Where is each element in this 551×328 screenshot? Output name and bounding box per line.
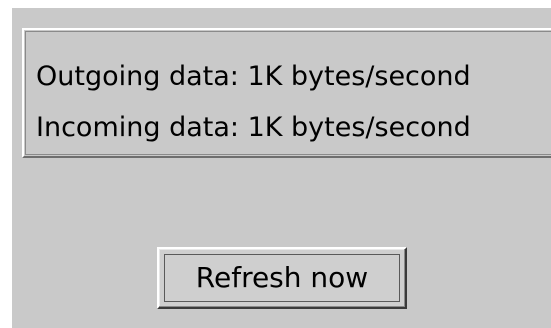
incoming-data-label: Incoming data: 1K bytes/second — [36, 112, 471, 143]
network-stats-window: Outgoing data: 1K bytes/second Incoming … — [12, 8, 551, 328]
refresh-now-button[interactable]: Refresh now — [157, 247, 407, 309]
outgoing-data-label: Outgoing data: 1K bytes/second — [36, 61, 471, 92]
stats-panel: Outgoing data: 1K bytes/second Incoming … — [22, 28, 551, 158]
